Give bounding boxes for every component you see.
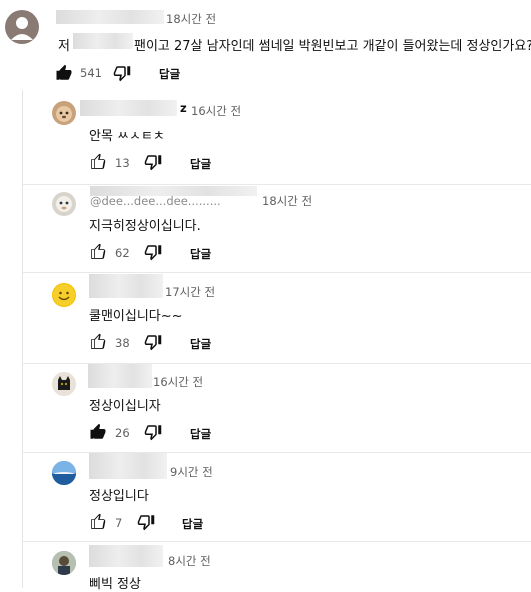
- reply-time: 18시간 전: [262, 194, 313, 208]
- username-redacted[interactable]: [89, 545, 163, 567]
- reply-button[interactable]: 답글: [190, 426, 211, 442]
- landscape-photo-icon: [52, 461, 76, 485]
- reply-button[interactable]: 답글: [159, 66, 180, 82]
- comment-time: 18시간 전: [166, 12, 217, 26]
- username-redacted[interactable]: [88, 364, 152, 388]
- thumbs-up-icon[interactable]: [89, 513, 107, 531]
- thumbs-down-icon[interactable]: [137, 513, 155, 531]
- avatar[interactable]: [52, 372, 76, 396]
- reply-button[interactable]: 답글: [190, 336, 211, 352]
- comment-text-prefix: 저: [58, 39, 70, 54]
- reply-text: 안목 ㅆㅅㅌㅊ: [89, 129, 165, 144]
- reply-time: 16시간 전: [153, 375, 204, 389]
- thumbs-up-filled-icon[interactable]: [55, 64, 73, 82]
- reply-button[interactable]: 답글: [182, 516, 203, 532]
- divider: [22, 541, 531, 542]
- thumbs-down-icon[interactable]: [144, 153, 162, 171]
- username-redacted[interactable]: [56, 10, 164, 24]
- person-photo-icon: [52, 551, 76, 575]
- thumbs-up-filled-icon[interactable]: [89, 423, 107, 441]
- divider: [22, 272, 531, 273]
- user-default-icon: [11, 17, 33, 40]
- comment-text-redacted: [73, 33, 133, 49]
- comment-text: 팬이고 27살 남자인데 썸네일 박원빈보고 개같이 들어왔는데 정상인가요?: [134, 39, 531, 54]
- avatar[interactable]: [52, 461, 76, 485]
- like-count: 13: [115, 156, 130, 170]
- like-count: 541: [80, 66, 102, 80]
- username-redacted[interactable]: [80, 100, 177, 116]
- like-count: 62: [115, 246, 130, 260]
- reply-button[interactable]: 답글: [190, 156, 211, 172]
- username[interactable]: @dee...dee...dee.........: [90, 194, 221, 208]
- reply-time: 16시간 전: [191, 104, 242, 118]
- reply-time: 17시간 전: [165, 285, 216, 299]
- reply-time: 8시간 전: [168, 554, 211, 568]
- avatar[interactable]: [52, 192, 76, 216]
- reply-text: 쿨맨이십니다~~: [89, 309, 183, 324]
- divider: [22, 184, 531, 185]
- thumbs-up-icon[interactable]: [89, 153, 107, 171]
- thumbs-up-icon[interactable]: [89, 333, 107, 351]
- username-redacted[interactable]: [89, 274, 163, 298]
- avatar[interactable]: [52, 551, 76, 575]
- username-redacted[interactable]: [89, 453, 167, 479]
- avatar[interactable]: [5, 10, 39, 44]
- smiley-icon: [53, 284, 75, 306]
- thumbs-down-icon[interactable]: [113, 64, 131, 82]
- animal-photo-icon: [56, 106, 72, 122]
- animal-photo-icon: [56, 196, 72, 212]
- thumbs-up-icon[interactable]: [89, 243, 107, 261]
- like-count: 38: [115, 336, 130, 350]
- username-redacted: [90, 186, 257, 196]
- like-count: 7: [115, 516, 123, 530]
- username-suffix[interactable]: z: [180, 101, 187, 115]
- avatar[interactable]: [52, 101, 76, 125]
- thread-line: [22, 90, 23, 588]
- reply-text: 정상입니다: [89, 489, 149, 504]
- avatar[interactable]: [52, 283, 76, 307]
- reply-text: 지극히정상이십니다.: [89, 219, 201, 234]
- reply-text: 정상이십니자: [89, 399, 161, 414]
- reply-button[interactable]: 답글: [190, 246, 211, 262]
- like-count: 26: [115, 426, 130, 440]
- reply-time: 9시간 전: [170, 465, 213, 479]
- thumbs-down-icon[interactable]: [144, 423, 162, 441]
- thumbs-down-icon[interactable]: [144, 243, 162, 261]
- thumbs-down-icon[interactable]: [144, 333, 162, 351]
- cat-icon: [58, 376, 70, 390]
- reply-text: 삐빅 정상: [89, 577, 141, 592]
